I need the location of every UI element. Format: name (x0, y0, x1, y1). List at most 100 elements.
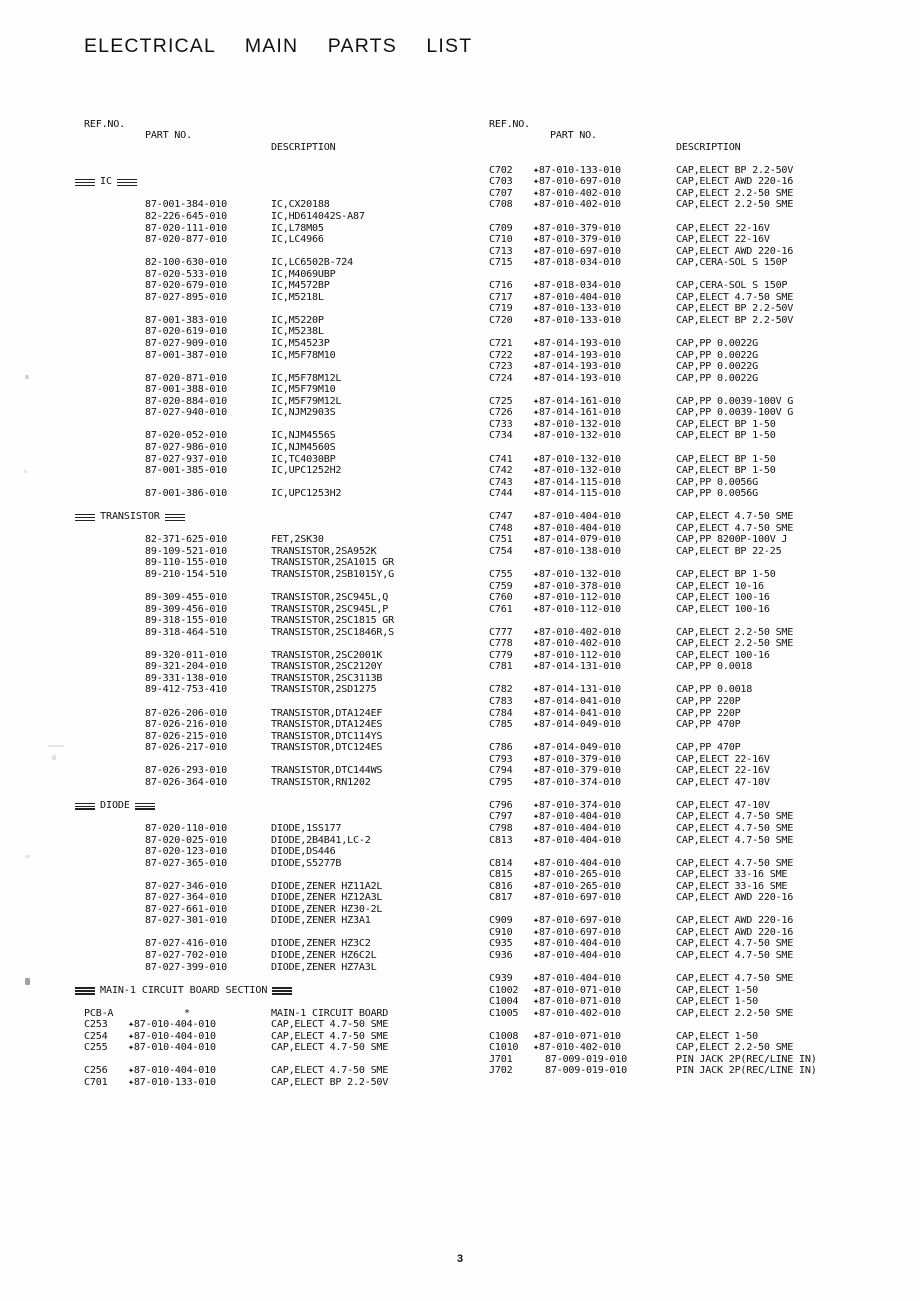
cell-part-no: ✦87-010-133-010 (533, 303, 621, 315)
cell-ref-no: C784 (489, 707, 513, 719)
section-header: IC (75, 176, 484, 188)
table-row: C909 ✦87-010-697-010 CAP,ELECT AWD 220-16 (489, 915, 909, 927)
cell-description: IC,UPC1253H2 (271, 488, 342, 500)
cell-part-no: 87-001-384-010 (145, 199, 227, 211)
header-ref-no: REF.NO. (84, 118, 125, 130)
table-row: 87-027-986-010 IC,NJM4560S (84, 442, 484, 454)
table-row: 89-318-464-510 TRANSISTOR,2SC1846R,S (84, 627, 484, 639)
cell-part-no: 89-331-138-010 (145, 672, 227, 684)
cell-part-no: 87-026-206-010 (145, 707, 227, 719)
section-header: TRANSISTOR (75, 511, 484, 523)
cell-description: CAP,ELECT 1-50 (676, 1030, 758, 1042)
cell-part-no: ✦87-010-697-010 (533, 176, 621, 188)
table-row: C814 ✦87-010-404-010 CAP,ELECT 4.7-50 SME (489, 858, 909, 870)
cell-description: DIODE,ZENER HZ3A1 (271, 915, 371, 927)
row-spacer (84, 869, 484, 881)
table-row: C747 ✦87-010-404-010 CAP,ELECT 4.7-50 SME (489, 511, 909, 523)
cell-description: CAP,ELECT 100-16 (676, 649, 770, 661)
section-header: DIODE (75, 800, 484, 812)
cell-description: TRANSISTOR,2SC2120Y (271, 661, 383, 673)
table-row: C1004 ✦87-010-071-010 CAP,ELECT 1-50 (489, 996, 909, 1008)
cell-ref-no: C786 (489, 742, 513, 754)
cell-description: IC,CX20188 (271, 199, 330, 211)
cell-ref-no: C1002 (489, 984, 519, 996)
cell-part-no: ✦87-014-041-010 (533, 707, 621, 719)
row-spacer (84, 581, 484, 593)
cell-part-no: 89-320-011-010 (145, 649, 227, 661)
table-row: 87-020-111-010 IC,L78M05 (84, 223, 484, 235)
cell-ref-no: C779 (489, 649, 513, 661)
cell-part-no: ✦87-010-133-010 (533, 314, 621, 326)
table-row: C817 ✦87-010-697-010 CAP,ELECT AWD 220-16 (489, 892, 909, 904)
cell-description: CAP,ELECT 4.7-50 SME (676, 291, 794, 303)
cell-ref-no: C734 (489, 430, 513, 442)
cell-description: CAP,ELECT BP 2.2-50V (676, 303, 794, 315)
cell-part-no: 87-027-416-010 (145, 938, 227, 950)
table-row: 87-020-619-010 IC,M5238L (84, 326, 484, 338)
cell-ref-no: C754 (489, 545, 513, 557)
table-row: 87-027-940-010 IC,NJM2903S (84, 407, 484, 419)
table-row: 87-001-384-010 IC,CX20188 (84, 199, 484, 211)
table-row: C715 ✦87-018-034-010 CAP,CERA-SOL S 150P (489, 257, 909, 269)
table-row: C816 ✦87-010-265-010 CAP,ELECT 33-16 SME (489, 881, 909, 893)
row-spacer (489, 269, 909, 281)
cell-part-no: 87-009-019-010 (545, 1053, 627, 1065)
cell-ref-no: C708 (489, 199, 513, 211)
cell-description: IC,M4572BP (271, 280, 330, 292)
table-row: 87-027-937-010 IC,TC4030BP (84, 454, 484, 466)
table-row: 87-026-293-010 TRANSISTOR,DTC144WS (84, 765, 484, 777)
cell-description: IC,UPC1252H2 (271, 465, 342, 477)
cell-part-no: ✦87-010-402-010 (533, 626, 621, 638)
table-row: C708 ✦87-010-402-010 CAP,ELECT 2.2-50 SME (489, 199, 909, 211)
cell-part-no: 87-027-365-010 (145, 857, 227, 869)
table-row: 87-026-206-010 TRANSISTOR,DTA124EF (84, 708, 484, 720)
cell-part-no: ✦87-010-133-010 (533, 164, 621, 176)
cell-ref-no: C703 (489, 176, 513, 188)
cell-part-no: ✦87-010-133-010 (128, 1077, 216, 1089)
cell-ref-no: C935 (489, 938, 513, 950)
table-row: C761 ✦87-010-112-010 CAP,ELECT 100-16 (489, 604, 909, 616)
table-row: C939 ✦87-010-404-010 CAP,ELECT 4.7-50 SME (489, 973, 909, 985)
table-row: C1010 ✦87-010-402-010 CAP,ELECT 2.2-50 SME (489, 1042, 909, 1054)
table-row: 87-020-052-010 IC,NJM4556S (84, 430, 484, 442)
cell-part-no: ✦87-018-034-010 (533, 280, 621, 292)
cell-part-no: 89-110-155-010 (145, 557, 227, 569)
cell-ref-no: C1010 (489, 1042, 519, 1054)
cell-description: CAP,CERA-SOL S 150P (676, 257, 788, 269)
cell-part-no: 87-020-110-010 (145, 823, 227, 834)
cell-description: IC,M5238L (271, 326, 324, 338)
table-row: C935 ✦87-010-404-010 CAP,ELECT 4.7-50 SME (489, 938, 909, 950)
cell-description: IC,M5F78M12L (271, 372, 342, 384)
table-row: C719 ✦87-010-133-010 CAP,ELECT BP 2.2-50V (489, 303, 909, 315)
cell-description: CAP,ELECT 4.7-50 SME (676, 823, 794, 834)
cell-part-no: ✦87-018-034-010 (533, 257, 621, 269)
cell-part-no: ✦87-010-379-010 (533, 753, 621, 765)
cell-ref-no: C723 (489, 361, 513, 373)
cell-part-no: 89-309-455-010 (145, 592, 227, 604)
cell-description: CAP,PP 470P (676, 719, 741, 731)
table-row: C794 ✦87-010-379-010 CAP,ELECT 22-16V (489, 765, 909, 777)
cell-ref-no: C748 (489, 522, 513, 534)
cell-part-no: 87-026-216-010 (145, 719, 227, 731)
cell-description: CAP,PP 0.0056G (676, 488, 758, 500)
cell-ref-no: C1008 (489, 1030, 519, 1042)
cell-ref-no: C910 (489, 926, 513, 938)
cell-description: TRANSISTOR,DTC124ES (271, 742, 383, 754)
cell-description: CAP,ELECT BP 1-50 (676, 418, 776, 430)
row-spacer (84, 638, 484, 650)
table-row: C743 ✦87-014-115-010 CAP,PP 0.0056G (489, 477, 909, 489)
cell-description: CAP,ELECT BP 2.2-50V (271, 1077, 389, 1089)
cell-ref-no: C726 (489, 407, 513, 419)
cell-description: TRANSISTOR,DTC144WS (271, 765, 383, 777)
cell-description: TRANSISTOR,2SC1846R,S (271, 626, 394, 638)
scan-artifact (24, 470, 27, 473)
section-rule-icon (75, 802, 95, 810)
cell-description: CAP,PP 0.0022G (676, 361, 758, 373)
cell-description: CAP,ELECT 22-16V (676, 222, 770, 234)
cell-description: CAP,CERA-SOL S 150P (676, 280, 788, 292)
cell-part-no: 87-027-895-010 (145, 291, 227, 303)
cell-ref-no: C814 (489, 857, 513, 869)
table-row: C254 ✦87-010-404-010 CAP,ELECT 4.7-50 SME (84, 1031, 484, 1043)
cell-part-no: ✦87-010-402-010 (533, 187, 621, 199)
row-spacer (84, 500, 484, 512)
